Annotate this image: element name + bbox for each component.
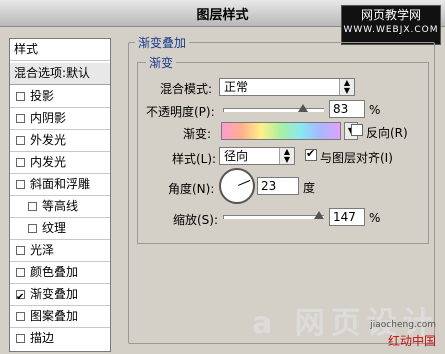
sidebar-item-label: 等高线 (42, 199, 79, 213)
watermark-line1: 网页教学网 (360, 8, 421, 22)
style-value: 径向 (224, 149, 249, 163)
angle-value: 23 (261, 179, 277, 193)
sidebar-item-inner-glow[interactable]: 内发光 (10, 152, 110, 174)
bevel-emboss-checkbox[interactable] (16, 180, 25, 189)
opacity-unit: % (369, 103, 381, 117)
scale-value: 147 (333, 210, 356, 224)
watermark-line2: WWW.WEBJX.COM (343, 25, 439, 35)
watermark-small-text: jiaocheng.com (370, 320, 436, 330)
sidebar-item-label: 斜面和浮雕 (30, 177, 91, 191)
sidebar-item-stroke[interactable]: 描边 (10, 328, 110, 350)
sidebar-item-color-overlay[interactable]: 颜色叠加 (10, 262, 110, 284)
sidebar-item-gradient-overlay[interactable]: 渐变叠加 (10, 284, 110, 308)
sidebar-item-label: 外发光 (30, 133, 67, 147)
sidebar-header-label: 样式 (14, 42, 39, 56)
sidebar-item-label: 内发光 (30, 155, 67, 169)
align-with-layer-checkbox[interactable] (305, 147, 317, 161)
sidebar-item-bevel-emboss[interactable]: 斜面和浮雕 (10, 174, 110, 196)
sidebar-item-contour[interactable]: 等高线 (10, 196, 110, 218)
style-select[interactable]: 径向 ▲ ▼ (219, 147, 295, 165)
updown-arrow-icon: ▲ ▼ (339, 79, 354, 95)
sidebar-item-label: 内阴影 (30, 111, 67, 125)
satin-checkbox[interactable] (16, 246, 25, 255)
opacity-label: 不透明度(P): (146, 105, 215, 119)
scale-slider[interactable] (223, 215, 324, 219)
sidebar-item-label: 投影 (30, 89, 55, 103)
sidebar-item-drop-shadow[interactable]: 投影 (10, 86, 110, 108)
opacity-slider-thumb[interactable] (298, 104, 308, 112)
sidebar-item-texture[interactable]: 纹理 (10, 218, 110, 240)
gradient-preview[interactable] (221, 122, 341, 140)
inner-shadow-checkbox[interactable] (16, 114, 25, 123)
blend-mode-value: 正常 (224, 80, 249, 94)
scale-slider-thumb[interactable] (314, 211, 324, 219)
gradient-overlay-checkbox[interactable] (16, 287, 25, 308)
texture-checkbox[interactable] (28, 224, 37, 233)
gradient-label: 渐变: (183, 127, 212, 141)
blend-options-label: 混合选项:默认 (14, 66, 91, 80)
blend-mode-select[interactable]: 正常 ▲ ▼ (219, 78, 355, 96)
angle-dial[interactable] (219, 168, 255, 204)
styles-sidebar: 样式 混合选项:默认 投影 内阴影 外发光 内发光 斜面和浮雕 等高线 纹理 光… (9, 38, 111, 352)
inner-glow-checkbox[interactable] (16, 158, 25, 167)
angle-input[interactable]: 23 (257, 177, 299, 195)
reverse-checkbox[interactable] (351, 124, 363, 136)
angle-label: 角度(N): (168, 182, 215, 196)
watermark-red-text: 红动中国 (387, 334, 436, 348)
sidebar-item-outer-glow[interactable]: 外发光 (10, 130, 110, 152)
sidebar-item-pattern-overlay[interactable]: 图案叠加 (10, 306, 110, 328)
opacity-input[interactable]: 83 (329, 100, 365, 118)
pattern-overlay-checkbox[interactable] (16, 312, 25, 321)
stroke-checkbox[interactable] (16, 334, 25, 343)
sidebar-item-label: 图案叠加 (30, 309, 79, 323)
updown-arrow-icon: ▲ ▼ (279, 148, 294, 164)
angle-dial-hand (238, 179, 251, 186)
scale-input[interactable]: 147 (329, 208, 365, 226)
sidebar-item-label: 描边 (30, 331, 55, 345)
style-label: 样式(L): (172, 152, 217, 166)
scale-unit: % (369, 211, 381, 225)
outer-glow-checkbox[interactable] (16, 136, 25, 145)
sidebar-item-satin[interactable]: 光泽 (10, 240, 110, 262)
watermark-logo: 网页教学网 WWW.WEBJX.COM (341, 5, 441, 45)
angle-unit: 度 (303, 181, 316, 195)
reverse-label: 反向(R) (366, 126, 408, 140)
sidebar-item-inner-shadow[interactable]: 内阴影 (10, 108, 110, 130)
subgroup-title: 渐变 (146, 54, 177, 71)
sidebar-item-blend-options[interactable]: 混合选项:默认 (10, 63, 110, 85)
align-with-layer-label: 与图层对齐(I) (320, 151, 393, 165)
sidebar-item-label: 纹理 (42, 221, 67, 235)
opacity-value: 83 (333, 102, 349, 116)
opacity-slider[interactable] (223, 108, 324, 112)
blend-mode-label: 混合模式: (160, 82, 213, 96)
sidebar-item-label: 渐变叠加 (30, 287, 79, 301)
sidebar-header[interactable]: 样式 (10, 39, 110, 61)
scale-label: 缩放(S): (173, 213, 219, 227)
color-overlay-checkbox[interactable] (16, 268, 25, 277)
contour-checkbox[interactable] (28, 202, 37, 211)
group-title: 渐变叠加 (135, 34, 190, 51)
watermark-bottom: a 网页设计 jiaocheng.com 红动中国 (252, 296, 442, 352)
sidebar-item-label: 光泽 (30, 243, 55, 257)
sidebar-item-label: 颜色叠加 (30, 265, 79, 279)
drop-shadow-checkbox[interactable] (16, 92, 25, 101)
